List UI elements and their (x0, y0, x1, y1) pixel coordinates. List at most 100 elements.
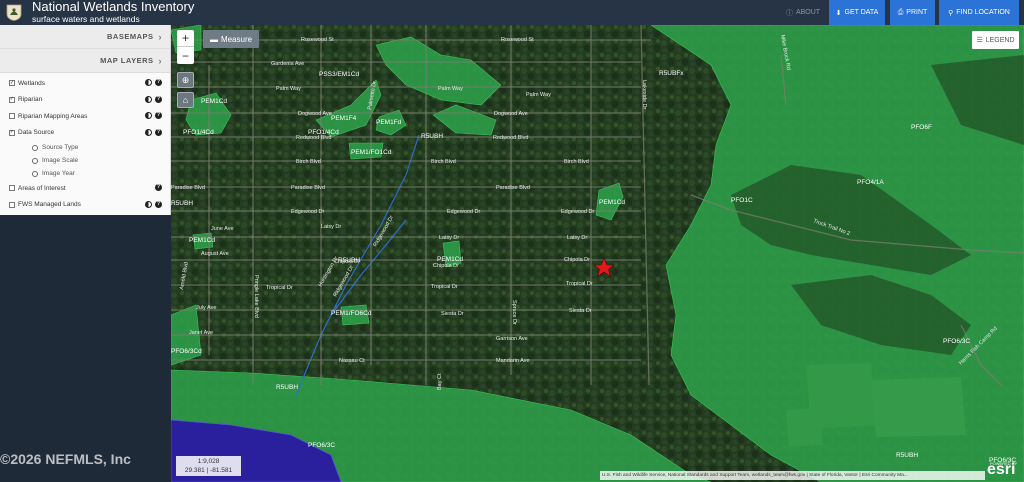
fws-managed-lands-checkbox[interactable] (9, 201, 15, 208)
wetland-label: R5UBH (171, 200, 193, 207)
street-label: Tropical Dr (566, 281, 593, 287)
layer-riparian-mapping-areas[interactable]: Riparian Mapping Areas ? (0, 108, 170, 125)
map-canvas[interactable]: Rosewood St Rosewood St Gardenia Ave Pal… (171, 25, 1024, 482)
wetland-label: PEM1/FO1Cd (351, 149, 392, 156)
help-icon[interactable]: ? (155, 79, 162, 86)
areas-of-interest-checkbox[interactable] (9, 185, 15, 192)
street-label: Palm Way (526, 92, 551, 98)
app-title: National Wetlands Inventory (32, 0, 195, 14)
data-source-checkbox[interactable]: ✓ (9, 129, 15, 136)
zoom-out-button[interactable]: − (177, 47, 194, 64)
minus-icon: ▬ (209, 34, 218, 44)
street-label: Birch Blvd (564, 159, 589, 165)
data-source-option[interactable]: Image Scale (0, 154, 170, 167)
wetland-label: PFO1/4Cd (308, 129, 339, 136)
street-label: Edgewood Dr (291, 209, 324, 215)
layer-fws-managed-lands[interactable]: FWS Managed Lands ? (0, 197, 170, 214)
info-circle-icon: ⓘ (785, 9, 793, 17)
riparian-mapping-areas-checkbox[interactable] (9, 113, 15, 120)
map-attribution: U.S. Fish and Wildlife Service, National… (600, 471, 985, 480)
street-label: August Ave (201, 251, 229, 257)
fws-shield-logo (6, 4, 22, 21)
layer-label: Areas of Interest (18, 184, 66, 192)
opacity-icon[interactable] (145, 95, 152, 103)
help-icon[interactable]: ? (155, 95, 162, 103)
measure-button[interactable]: ▬ Measure (203, 30, 259, 48)
print-button[interactable]: ⎙ PRINT (890, 0, 935, 25)
layer-data-source[interactable]: ✓ Data Source ? (0, 125, 170, 142)
option-label: Source Type (42, 144, 79, 151)
street-label: Rosewood St (301, 37, 334, 43)
wetland-label: R5UBFx (659, 70, 684, 77)
home-button[interactable]: ⌂ (177, 92, 194, 108)
legend-label: LEGEND (985, 36, 1015, 44)
wetland-label: PFO4/1A (857, 179, 884, 186)
sidebar-panel: BASEMAPS › MAP LAYERS › ✓ Wetlands ? ✓ R… (0, 25, 171, 215)
wetland-label: PFO6/3Cd (171, 348, 202, 355)
legend-button[interactable]: ☰ LEGEND (972, 31, 1019, 49)
wetland-label: PEM1Cd (201, 98, 227, 105)
opacity-icon[interactable] (145, 79, 152, 86)
get-data-button[interactable]: ⬇ GET DATA (829, 0, 885, 25)
street-label: July Ave (196, 305, 216, 311)
data-source-option[interactable]: Image Year (0, 167, 170, 180)
layer-label: Data Source (18, 129, 55, 137)
help-icon[interactable]: ? (155, 128, 162, 136)
street-label: Birch Blvd (296, 159, 321, 165)
layer-areas-of-interest[interactable]: Areas of Interest ? (0, 180, 170, 197)
measure-label: Measure (220, 34, 253, 44)
layer-riparian[interactable]: ✓ Riparian ? (0, 92, 170, 109)
help-icon[interactable]: ? (155, 200, 162, 208)
street-label: Laisy Dr (439, 235, 459, 241)
layer-wetlands[interactable]: ✓ Wetlands ? (0, 75, 170, 92)
map-layers-toggle[interactable]: MAP LAYERS › (0, 49, 170, 73)
street-label: Garrison Ave (496, 336, 528, 342)
street-label: Dogwood Ave (494, 111, 528, 117)
street-label: Mandarin Ave (496, 358, 530, 364)
data-source-option[interactable]: Source Type (0, 141, 170, 154)
help-icon[interactable]: ? (155, 112, 162, 119)
street-label: Bay Ct (437, 373, 443, 390)
search-icon: ⚲ (948, 9, 954, 17)
street-label: Laisy Dr (567, 235, 587, 241)
wetland-label: PEM1Cd (189, 237, 215, 244)
mls-watermark: ©2026 NEFMLS, Inc (0, 451, 131, 467)
street-label: Chipola Dr (564, 257, 590, 263)
find-location-button[interactable]: ⚲ FIND LOCATION (939, 0, 1019, 25)
help-icon[interactable]: ? (155, 184, 162, 191)
street-label: Spruce Dr (511, 300, 517, 325)
street-label: Nassau Ct (339, 358, 365, 364)
wetland-label: PFO6F (911, 124, 932, 131)
about-button[interactable]: ⓘ ABOUT (783, 0, 823, 25)
radio-button[interactable] (32, 144, 38, 151)
street-label: Paradise Blvd (171, 185, 205, 191)
wetland-label: PFO1/4Cd (183, 129, 214, 136)
chevron-right-icon: › (158, 31, 162, 42)
zoom-control: + − (177, 30, 194, 64)
street-label: Redwood Blvd (493, 135, 528, 141)
locate-button[interactable]: ⊕ (177, 72, 194, 88)
street-label: June Ave (211, 226, 234, 232)
street-label: Laisy Dr (321, 224, 341, 230)
street-label: Dogwood Ave (298, 111, 332, 117)
app-subtitle: surface waters and wetlands (32, 14, 140, 24)
radio-button[interactable] (32, 170, 38, 177)
street-label: Edgewood Dr (447, 209, 480, 215)
printer-icon: ⎙ (897, 8, 904, 16)
basemaps-label: BASEMAPS (106, 32, 154, 41)
radio-button[interactable] (32, 157, 38, 164)
street-label: Birch Blvd (431, 159, 456, 165)
scale-coordinates-readout: 1:9,028 29.381 | -81.581 (176, 456, 241, 476)
opacity-icon[interactable] (145, 128, 152, 136)
chevron-right-icon: › (158, 55, 162, 66)
map-view[interactable]: Rosewood St Rosewood St Gardenia Ave Pal… (171, 25, 1024, 482)
map-layers-label: MAP LAYERS (100, 56, 154, 65)
opacity-icon[interactable] (145, 200, 152, 208)
zoom-in-button[interactable]: + (177, 30, 194, 47)
nwi-mapper-app: National Wetlands Inventory surface wate… (0, 0, 1024, 482)
street-label: Gardenia Ave (271, 61, 304, 67)
wetlands-checkbox[interactable]: ✓ (9, 80, 15, 87)
riparian-checkbox[interactable]: ✓ (9, 96, 15, 103)
opacity-icon[interactable] (145, 112, 152, 119)
basemaps-toggle[interactable]: BASEMAPS › (0, 25, 170, 49)
